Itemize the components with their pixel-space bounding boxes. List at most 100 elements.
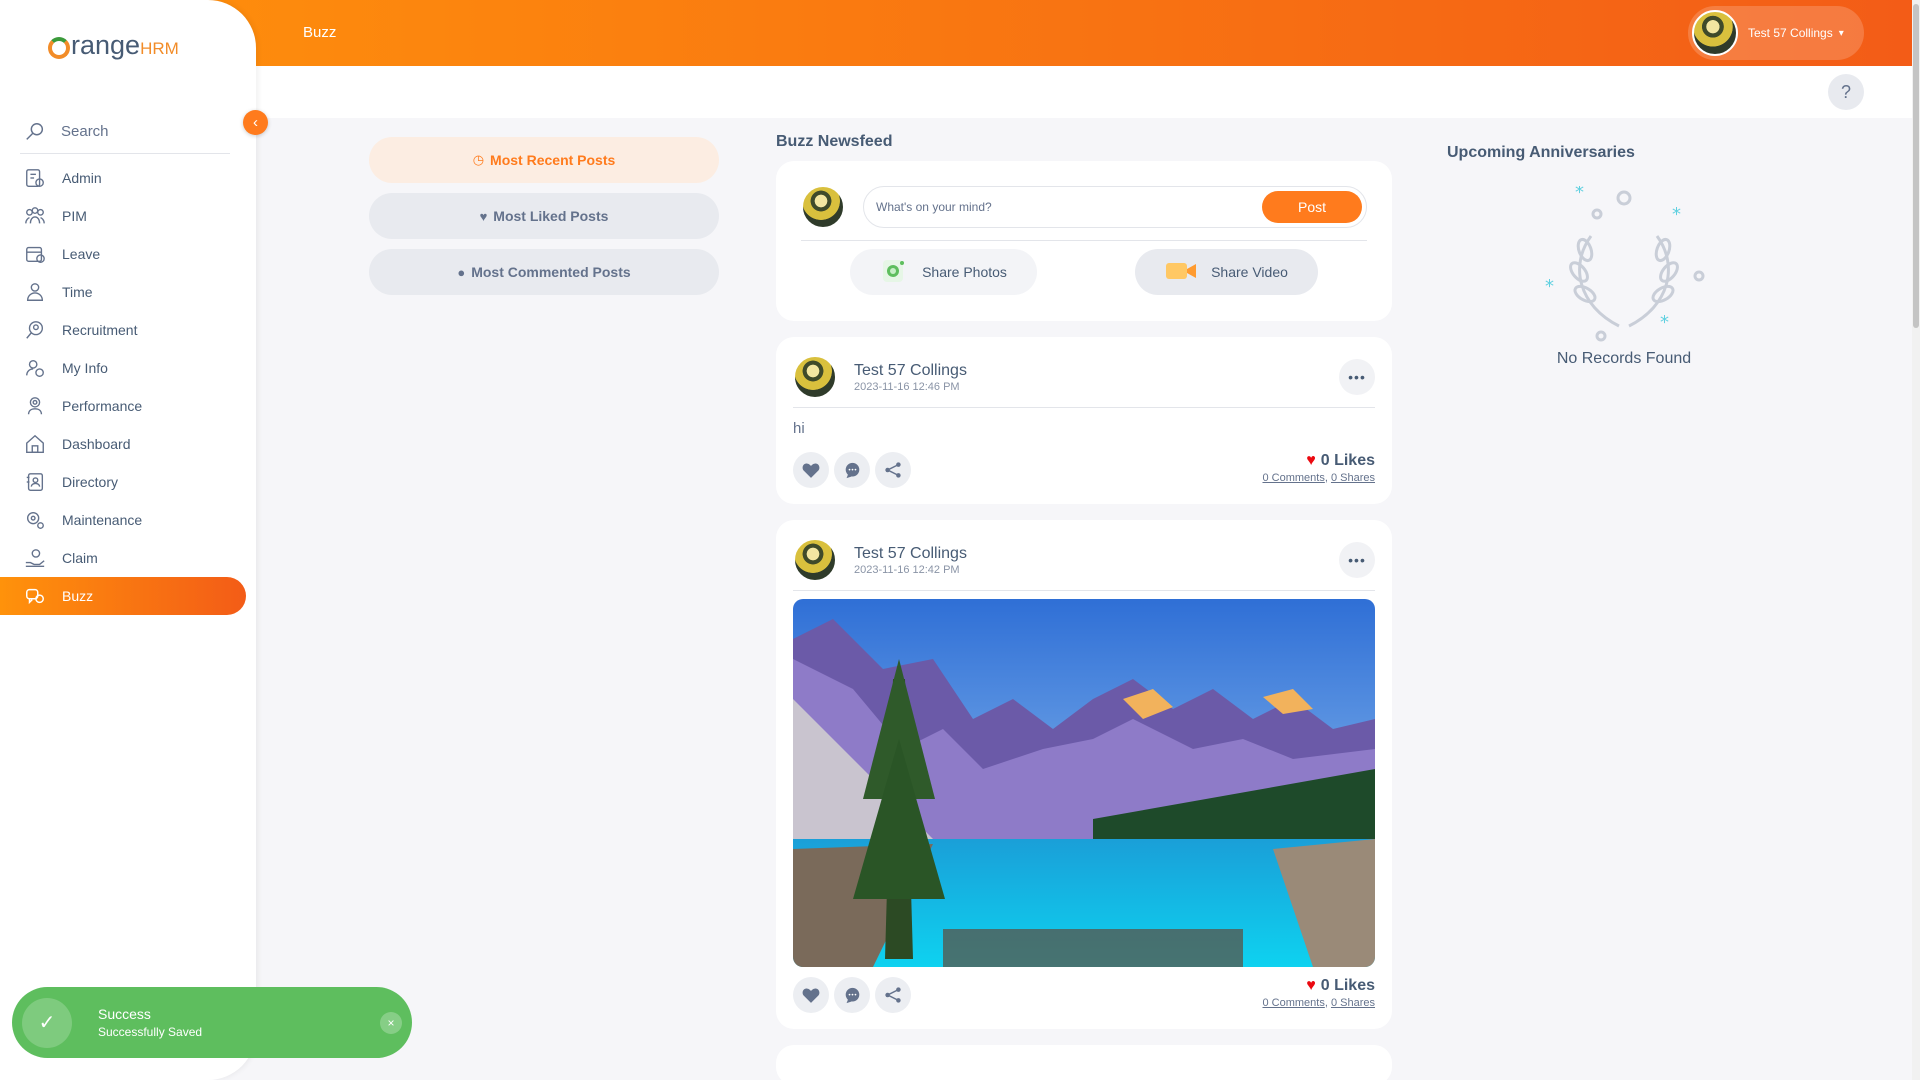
orangehrm-logo[interactable]: range HRM: [48, 30, 179, 61]
laurel-wreath-icon: * * * *: [1545, 186, 1705, 342]
likes-count: 0 Likes: [1320, 977, 1375, 994]
user-dropdown[interactable]: Test 57 Collings ▾: [1688, 6, 1864, 60]
chevron-down-icon: ▾: [1838, 27, 1844, 39]
leave-icon: [22, 241, 48, 267]
dashboard-icon: [22, 431, 48, 457]
maintenance-icon: [22, 507, 48, 533]
close-icon[interactable]: ×: [380, 1011, 402, 1034]
composer-field: Post: [863, 186, 1367, 228]
share-button[interactable]: [875, 452, 911, 488]
svg-text:*: *: [1660, 312, 1669, 333]
time-icon: [22, 279, 48, 305]
sidebar-item-label: PIM: [62, 208, 87, 224]
claim-icon: [22, 545, 48, 571]
sidebar-item-performance[interactable]: Performance: [0, 387, 246, 425]
comments-count[interactable]: 0 Comments: [1262, 472, 1324, 484]
sidebar-item-pim[interactable]: PIM: [0, 197, 246, 235]
toast-title: Success: [98, 1006, 151, 1022]
sidebar-item-buzz[interactable]: Buzz: [0, 577, 246, 615]
upcoming-anniversaries: Upcoming Anniversaries * * * * No Record…: [1447, 144, 1801, 368]
mountain-lake-photo: [793, 599, 1375, 967]
post-card: Test 57 Collings 2023-11-16 12:42 PM •••: [776, 520, 1392, 1029]
admin-icon: [22, 165, 48, 191]
sidebar-collapse-button[interactable]: ‹: [243, 110, 268, 135]
sidebar-item-claim[interactable]: Claim: [0, 539, 246, 577]
camera-icon: [880, 257, 908, 288]
svg-text:*: *: [1672, 204, 1681, 225]
help-button[interactable]: ?: [1828, 74, 1864, 110]
brand-name: range: [71, 30, 141, 60]
page-scrollbar[interactable]: [1912, 0, 1920, 1080]
post-photo[interactable]: [793, 599, 1375, 967]
my-info-icon: [22, 355, 48, 381]
check-icon: ✓: [22, 997, 72, 1048]
success-toast: ✓ Success Successfully Saved ×: [12, 987, 412, 1058]
filter-label: Most Liked Posts: [493, 208, 609, 224]
share-icon: [885, 987, 901, 1003]
most-commented-posts-button[interactable]: ● Most Commented Posts: [369, 249, 719, 295]
scrollbar-thumb[interactable]: [1913, 4, 1919, 328]
sidebar-item-label: Directory: [62, 474, 119, 490]
sidebar-item-dashboard[interactable]: Dashboard: [0, 425, 246, 463]
shares-count[interactable]: 0 Shares: [1331, 472, 1375, 484]
pim-icon: [22, 203, 48, 229]
post-author: Test 57 Collings: [854, 544, 967, 562]
share-photos-button[interactable]: Share Photos: [850, 249, 1037, 295]
more-options-button[interactable]: •••: [1339, 359, 1375, 395]
comment-button[interactable]: [834, 977, 870, 1013]
share-button[interactable]: [875, 977, 911, 1013]
shares-count[interactable]: 0 Shares: [1331, 997, 1375, 1009]
svg-text:*: *: [1575, 186, 1584, 203]
more-options-button[interactable]: •••: [1339, 542, 1375, 578]
comment-icon: ●: [457, 264, 466, 280]
post-author-avatar[interactable]: [793, 355, 837, 399]
buzz-newsfeed: Buzz Newsfeed Post Share Photos Share Vi…: [776, 128, 1392, 1080]
like-button[interactable]: [793, 452, 829, 488]
sidebar-item-label: Performance: [62, 398, 143, 414]
share-icon: [885, 462, 901, 478]
brand-suffix: HRM: [140, 38, 179, 58]
no-records-text: No Records Found: [1556, 350, 1692, 367]
sidebar-item-admin[interactable]: Admin: [0, 159, 246, 197]
video-camera-icon: [1165, 260, 1197, 285]
heart-icon: ♥: [1306, 452, 1316, 469]
comment-icon: [845, 462, 859, 478]
sub-header: [0, 66, 1912, 118]
sidebar-item-label: My Info: [62, 360, 108, 376]
anniversaries-title: Upcoming Anniversaries: [1447, 144, 1635, 161]
module-title: Buzz: [303, 24, 337, 41]
post-author-avatar[interactable]: [793, 538, 837, 582]
post-text-input[interactable]: [876, 200, 1262, 214]
search-input[interactable]: [61, 123, 221, 140]
search-icon: [20, 117, 50, 147]
filter-label: Most Recent Posts: [490, 152, 616, 168]
most-liked-posts-button[interactable]: ♥ Most Liked Posts: [369, 193, 719, 239]
sidebar-item-label: Recruitment: [62, 322, 138, 338]
composer-avatar: [801, 185, 845, 229]
post-composer: Post Share Photos Share Video: [776, 161, 1392, 321]
clock-icon: ◷: [472, 152, 485, 167]
like-button[interactable]: [793, 977, 829, 1013]
post-date: 2023-11-16 12:42 PM: [854, 563, 960, 576]
toast-message: Successfully Saved: [98, 1025, 203, 1039]
sidebar-item-my-info[interactable]: My Info: [0, 349, 246, 387]
share-video-button[interactable]: Share Video: [1135, 249, 1318, 295]
post-button[interactable]: Post: [1262, 191, 1362, 223]
sidebar-item-directory[interactable]: Directory: [0, 463, 246, 501]
sidebar-item-maintenance[interactable]: Maintenance: [0, 501, 246, 539]
comments-count[interactable]: 0 Comments: [1262, 997, 1324, 1009]
orange-logo-icon: [48, 36, 70, 59]
post-author: Test 57 Collings: [854, 361, 967, 379]
comment-button[interactable]: [834, 452, 870, 488]
newsfeed-title: Buzz Newsfeed: [776, 133, 893, 150]
sidebar-item-leave[interactable]: Leave: [0, 235, 246, 273]
heart-icon: [802, 463, 820, 478]
sidebar-item-label: Claim: [62, 550, 98, 566]
filter-label: Most Commented Posts: [471, 264, 631, 280]
post-card: [776, 1045, 1392, 1080]
sidebar-item-recruitment[interactable]: Recruitment: [0, 311, 246, 349]
svg-text:*: *: [1545, 276, 1554, 297]
sidebar-item-time[interactable]: Time: [0, 273, 246, 311]
most-recent-posts-button[interactable]: ◷ Most Recent Posts: [369, 137, 719, 183]
post-card: Test 57 Collings 2023-11-16 12:46 PM •••…: [776, 337, 1392, 504]
